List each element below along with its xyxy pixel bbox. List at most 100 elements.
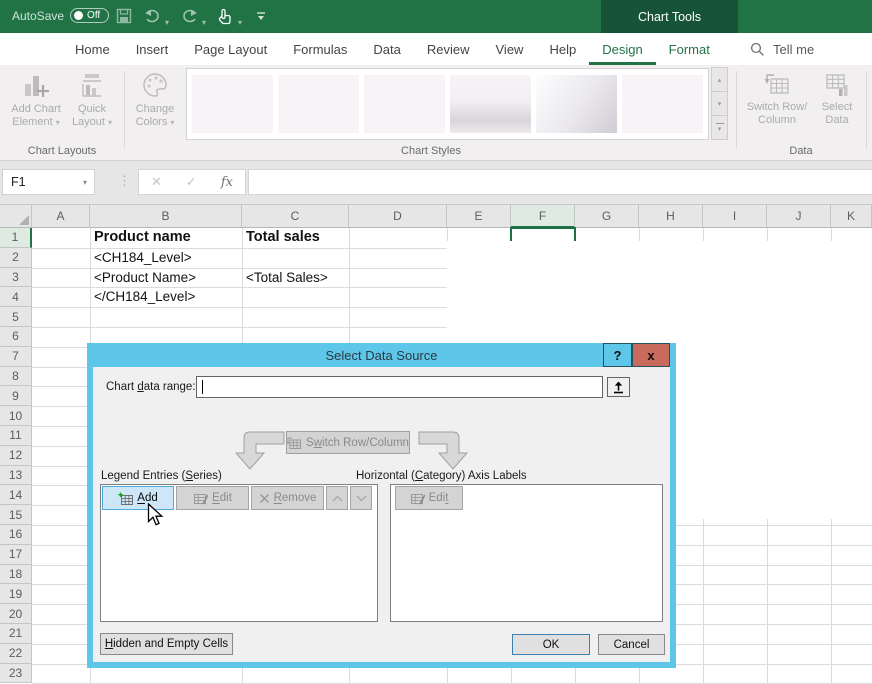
column-header-c[interactable]: C (242, 205, 349, 228)
column-header-f[interactable]: F (511, 205, 575, 228)
chart-data-range-input[interactable] (196, 376, 603, 398)
touch-mouse-mode-button[interactable]: ▾ (214, 6, 236, 26)
hidden-and-empty-cells-button[interactable]: Hidden and Empty Cells (100, 633, 233, 655)
chart-style-thumbnail[interactable] (364, 75, 445, 133)
tab-help[interactable]: Help (536, 33, 589, 65)
tab-review[interactable]: Review (414, 33, 483, 65)
tab-insert[interactable]: Insert (123, 33, 182, 65)
dialog-help-button[interactable]: ? (603, 343, 632, 367)
cancel-entry-icon[interactable]: ✕ (151, 174, 162, 190)
tell-me-box[interactable]: Tell me (750, 33, 814, 65)
row-header-19[interactable]: 19 (0, 584, 32, 604)
row-header-17[interactable]: 17 (0, 545, 32, 565)
quick-layout-button[interactable]: Quick Layout ▾ (64, 68, 120, 154)
cancel-button[interactable]: Cancel (598, 634, 665, 655)
row-header-4[interactable]: 4 (0, 287, 32, 307)
select-all-corner[interactable] (0, 205, 32, 228)
tab-design[interactable]: Design (589, 33, 655, 65)
row-header-1[interactable]: 1 (0, 228, 32, 248)
redo-dropdown-caret[interactable]: ▾ (202, 18, 206, 27)
autosave-toggle[interactable]: Off (70, 8, 109, 23)
tab-view[interactable]: View (483, 33, 537, 65)
row-header-7[interactable]: 7 (0, 347, 32, 367)
add-chart-element-button[interactable]: Add Chart Element ▾ (8, 68, 64, 154)
switch-row-column-ribbon-button[interactable]: Switch Row/ Column (744, 68, 810, 154)
data-group-label: Data (736, 145, 866, 157)
edit-axis-labels-button[interactable]: Edit (395, 486, 463, 510)
sheet-cell-c1[interactable]: Total sales (246, 228, 320, 248)
redo-button[interactable]: ▾ (178, 6, 200, 26)
column-header-j[interactable]: J (767, 205, 831, 228)
legend-entries-listbox[interactable]: Add Edit (100, 484, 378, 622)
row-header-20[interactable]: 20 (0, 604, 32, 624)
gallery-scroll-up-button[interactable]: ▴ (711, 67, 728, 92)
hidden-and-empty-cells-label: Hidden and Empty Cells (105, 638, 228, 650)
column-header-i[interactable]: I (703, 205, 767, 228)
save-button[interactable] (113, 6, 135, 26)
confirm-entry-icon[interactable]: ✓ (186, 174, 197, 190)
gallery-scroll-down-button[interactable]: ▾ (711, 91, 728, 116)
autosave-control[interactable]: AutoSave Off (12, 8, 109, 23)
sheet-cell-b4[interactable]: </CH184_Level> (94, 287, 195, 307)
chart-style-thumbnail[interactable] (450, 75, 531, 133)
row-header-15[interactable]: 15 (0, 505, 32, 525)
undo-dropdown-caret[interactable]: ▾ (165, 18, 169, 27)
insert-function-icon[interactable]: fx (221, 175, 233, 190)
tab-format[interactable]: Format (656, 33, 723, 65)
tab-page-layout[interactable]: Page Layout (181, 33, 280, 65)
column-header-a[interactable]: A (32, 205, 90, 228)
name-box[interactable]: F1 ▾ (2, 169, 95, 195)
chart-style-thumbnail[interactable] (622, 75, 703, 133)
column-header-e[interactable]: E (447, 205, 511, 228)
row-header-11[interactable]: 11 (0, 426, 32, 446)
column-header-h[interactable]: H (639, 205, 703, 228)
select-data-ribbon-button[interactable]: Select Data (812, 68, 862, 154)
row-header-23[interactable]: 23 (0, 664, 32, 684)
column-header-b[interactable]: B (90, 205, 242, 228)
remove-series-button[interactable]: Remove (251, 486, 324, 510)
column-header-k[interactable]: K (831, 205, 872, 228)
tab-home[interactable]: Home (62, 33, 123, 65)
sheet-cell-b2[interactable]: <CH184_Level> (94, 248, 192, 268)
tab-formulas[interactable]: Formulas (280, 33, 360, 65)
row-header-22[interactable]: 22 (0, 644, 32, 664)
sheet-cell-b1[interactable]: Product name (94, 228, 191, 248)
row-header-6[interactable]: 6 (0, 327, 32, 347)
collapse-dialog-button[interactable] (607, 377, 630, 397)
row-header-12[interactable]: 12 (0, 446, 32, 466)
name-box-dropdown-caret[interactable]: ▾ (83, 178, 87, 187)
row-header-9[interactable]: 9 (0, 386, 32, 406)
move-series-down-button[interactable] (350, 486, 372, 510)
row-header-16[interactable]: 16 (0, 525, 32, 545)
dialog-close-button[interactable]: x (632, 343, 670, 367)
touch-mode-dropdown-caret[interactable]: ▾ (238, 18, 242, 27)
row-header-8[interactable]: 8 (0, 367, 32, 387)
axis-labels-listbox[interactable]: Edit (390, 484, 663, 622)
column-header-d[interactable]: D (349, 205, 447, 228)
row-header-18[interactable]: 18 (0, 565, 32, 585)
ok-button[interactable]: OK (512, 634, 590, 655)
row-header-14[interactable]: 14 (0, 485, 32, 505)
switch-row-column-dialog-label: Switch Row/Column (306, 437, 409, 449)
move-series-up-button[interactable] (326, 486, 348, 510)
switch-row-column-dialog-button[interactable]: Switch Row/Column (286, 431, 410, 454)
column-header-g[interactable]: G (575, 205, 639, 228)
sheet-cell-b3[interactable]: <Product Name> (94, 268, 196, 288)
gallery-more-button[interactable]: ▾ (711, 115, 728, 140)
tab-data[interactable]: Data (360, 33, 413, 65)
row-header-2[interactable]: 2 (0, 248, 32, 268)
formula-input[interactable] (248, 169, 872, 195)
row-header-10[interactable]: 10 (0, 406, 32, 426)
edit-series-button[interactable]: Edit (176, 486, 249, 510)
chart-style-thumbnail[interactable] (192, 75, 273, 133)
row-header-5[interactable]: 5 (0, 307, 32, 327)
change-colors-button[interactable]: Change Colors ▾ (128, 68, 182, 154)
undo-button[interactable]: ▾ (141, 6, 163, 26)
row-header-13[interactable]: 13 (0, 466, 32, 486)
row-header-3[interactable]: 3 (0, 268, 32, 288)
sheet-cell-c3[interactable]: <Total Sales> (246, 268, 328, 288)
customize-quick-access-button[interactable] (250, 6, 272, 26)
chart-style-thumbnail[interactable] (536, 75, 617, 133)
chart-style-thumbnail[interactable] (278, 75, 359, 133)
row-header-21[interactable]: 21 (0, 624, 32, 644)
